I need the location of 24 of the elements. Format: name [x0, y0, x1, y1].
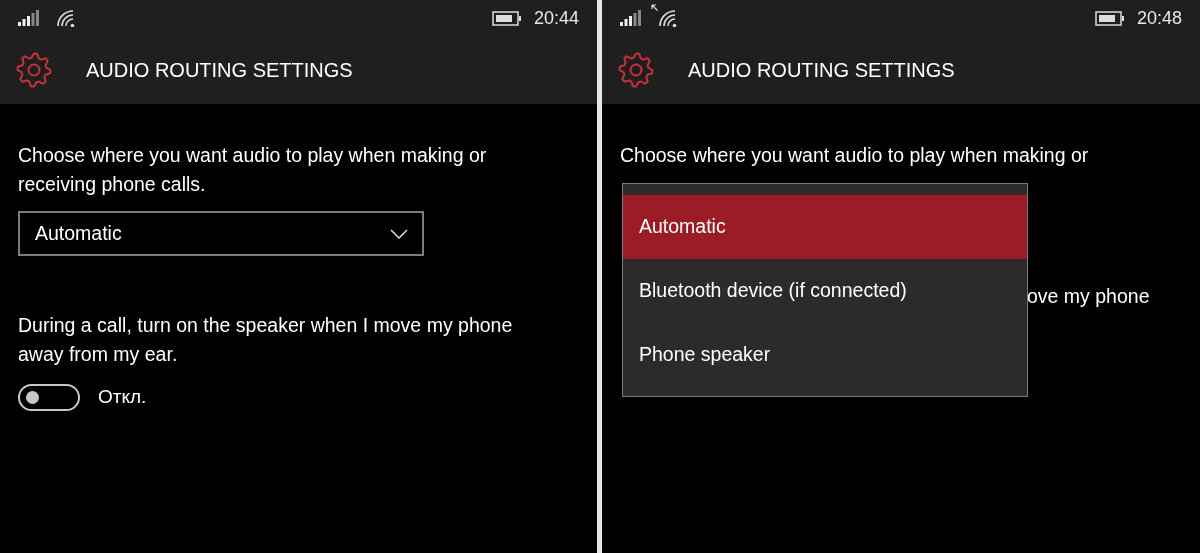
settings-icon: [618, 52, 654, 88]
description-text: Choose where you want audio to play when making or receiving phone calls.: [17, 143, 488, 197]
wifi-icon: [658, 9, 678, 27]
battery-icon: [491, 10, 522, 26]
page-title: AUDIO ROUTING SETTINGS: [688, 58, 955, 83]
description-text: During a call, turn on the speaker when I move my phone away from my ear.: [17, 313, 514, 367]
arrow-icon: [651, 4, 658, 11]
speaker-toggle[interactable]: [18, 383, 80, 411]
toggle-label: Откл.: [98, 385, 147, 409]
settings-icon: [16, 52, 52, 88]
description-text: Choose where you want audio to play when making or: [619, 143, 1090, 168]
audio-route-dropdown[interactable]: Automatic: [18, 211, 424, 256]
chevron-down-icon: [390, 228, 408, 239]
page-title: AUDIO ROUTING SETTINGS: [86, 58, 353, 83]
battery-icon: [1094, 10, 1125, 26]
wifi-icon: [56, 9, 76, 27]
signal-icon: [620, 10, 642, 26]
status-time: 20:44: [533, 6, 579, 30]
status-time: 20:48: [1136, 6, 1182, 30]
dropdown-option[interactable]: Phone speaker: [623, 323, 1027, 387]
dropdown-option[interactable]: Automatic: [623, 195, 1027, 259]
dropdown-option[interactable]: Bluetooth device (if connected): [623, 259, 1027, 323]
signal-icon: [18, 10, 40, 26]
description-text: ove my phone: [1027, 284, 1150, 309]
